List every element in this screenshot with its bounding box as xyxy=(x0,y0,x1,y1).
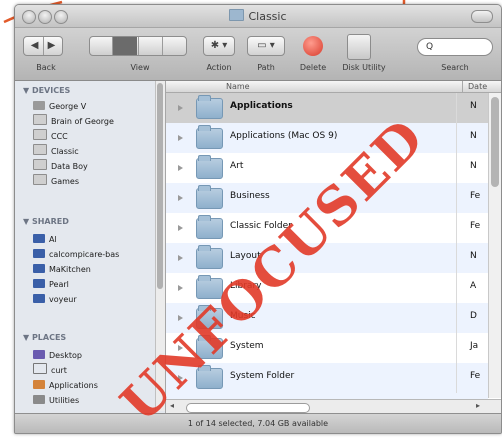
computer-icon xyxy=(33,249,45,258)
folder-icon xyxy=(196,125,223,149)
path-icon: ▭ ▾ xyxy=(257,40,275,51)
disclosure-triangle-icon[interactable] xyxy=(178,105,183,111)
sidebar-item-applications[interactable]: Applications xyxy=(33,378,98,393)
devices-header: ▼ DEVICES xyxy=(23,86,71,95)
desktop-icon xyxy=(33,350,45,359)
computer-icon xyxy=(33,234,45,243)
vertical-scroll-thumb[interactable] xyxy=(491,97,499,187)
sidebar-item-calcompicare-bas[interactable]: calcompicare-bas xyxy=(33,247,119,262)
sidebar-item-al[interactable]: Al xyxy=(33,232,57,247)
sidebar-item-utilities[interactable]: Utilities xyxy=(33,393,79,408)
disclosure-triangle-icon[interactable] xyxy=(178,165,183,171)
folder-icon xyxy=(196,185,223,209)
disk-icon xyxy=(33,114,47,125)
sidebar-item-brain-of-george[interactable]: Brain of George xyxy=(33,114,114,129)
sidebar-item-makitchen[interactable]: MaKitchen xyxy=(33,262,91,277)
back-forward-control[interactable]: ◀ ▶ xyxy=(23,36,63,56)
sidebar-item-desktop[interactable]: Desktop xyxy=(33,348,82,363)
toolbar-toggle-button[interactable] xyxy=(471,10,493,23)
back-arrow-icon[interactable]: ◀ xyxy=(31,40,39,51)
folder-icon xyxy=(196,245,223,269)
sidebar-item-data-boy[interactable]: Data Boy xyxy=(33,159,88,174)
finder-window: Classic ◀ ▶ Back View ✱ ▾ Action ▭ ▾ Pat… xyxy=(14,4,502,434)
disclosure-triangle-icon[interactable] xyxy=(178,135,183,141)
folder-icon xyxy=(196,215,223,239)
view-switcher[interactable] xyxy=(89,36,187,56)
computer-icon xyxy=(33,279,45,288)
search-icon: Q xyxy=(426,42,434,52)
disclosure-triangle-icon[interactable] xyxy=(178,195,183,201)
window-title: Classic xyxy=(15,9,501,23)
table-row[interactable]: Applications (Mac OS 9) N xyxy=(166,123,488,153)
delete-label: Delete xyxy=(299,63,327,72)
folder-icon xyxy=(229,9,245,21)
hard-drive-icon xyxy=(33,101,45,110)
path-button[interactable]: ▭ ▾ xyxy=(247,36,285,56)
back-label: Back xyxy=(36,63,56,72)
action-label: Action xyxy=(206,63,232,72)
disclosure-triangle-icon[interactable] xyxy=(178,285,183,291)
sidebar-scroll-thumb[interactable] xyxy=(157,83,163,289)
search-label: Search xyxy=(441,63,469,72)
utilities-icon xyxy=(33,395,45,404)
date-column-header[interactable]: Date xyxy=(468,82,487,91)
name-column-header[interactable]: Name xyxy=(226,82,250,91)
horizontal-scrollbar[interactable]: ◂ ▸ xyxy=(166,399,501,414)
search-field[interactable]: Q xyxy=(417,38,493,56)
column-header[interactable]: Name Date xyxy=(166,81,501,93)
folder-icon xyxy=(196,155,223,179)
disclosure-triangle-icon[interactable] xyxy=(178,225,183,231)
disk-icon xyxy=(33,144,47,155)
sidebar-item-curt[interactable]: curt xyxy=(33,363,67,378)
disk-icon xyxy=(33,129,47,140)
disclosure-triangle-icon[interactable] xyxy=(178,255,183,261)
vertical-scrollbar[interactable] xyxy=(488,93,501,398)
path-label: Path xyxy=(257,63,275,72)
disk-icon xyxy=(33,159,47,170)
computer-icon xyxy=(33,264,45,273)
title-bar[interactable]: Classic xyxy=(15,5,501,28)
disk-utility-label: Disk Utility xyxy=(342,63,386,72)
home-icon xyxy=(33,363,47,374)
sidebar-item-pearl[interactable]: Pearl xyxy=(33,277,69,292)
delete-icon[interactable] xyxy=(303,36,323,56)
shared-header: ▼ SHARED xyxy=(23,217,69,226)
status-bar: 1 of 14 selected, 7.04 GB available xyxy=(15,413,501,433)
horizontal-scroll-thumb[interactable] xyxy=(186,403,310,413)
sidebar-item-games[interactable]: Games xyxy=(33,174,79,189)
applications-icon xyxy=(33,380,45,389)
places-header: ▼ PLACES xyxy=(23,333,67,342)
toolbar: ◀ ▶ Back View ✱ ▾ Action ▭ ▾ Path Delete… xyxy=(15,28,501,81)
sidebar-item-classic[interactable]: Classic xyxy=(33,144,79,159)
sidebar-item-ccc[interactable]: CCC xyxy=(33,129,68,144)
table-row[interactable]: Applications N xyxy=(166,93,488,123)
disk-utility-icon[interactable] xyxy=(347,34,371,60)
folder-icon xyxy=(196,95,223,119)
sidebar-item-voyeur[interactable]: voyeur xyxy=(33,292,77,307)
forward-arrow-icon[interactable]: ▶ xyxy=(48,40,56,51)
scroll-right-arrow-icon[interactable]: ▸ xyxy=(476,401,480,410)
sidebar-item-george-v[interactable]: George V xyxy=(33,99,86,114)
action-button[interactable]: ✱ ▾ xyxy=(203,36,235,56)
computer-icon xyxy=(33,294,45,303)
list-view-icon[interactable] xyxy=(113,37,137,55)
gear-icon: ✱ ▾ xyxy=(210,40,228,51)
disk-icon xyxy=(33,174,47,185)
view-label: View xyxy=(130,63,150,72)
